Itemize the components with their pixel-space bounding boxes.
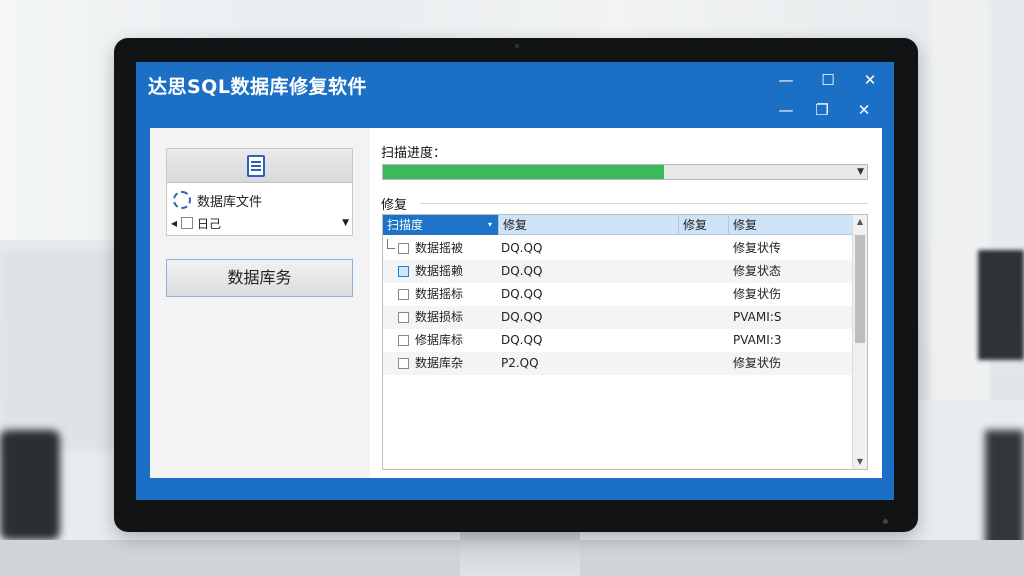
row-checkbox[interactable]: [398, 312, 409, 323]
row-checkbox[interactable]: [398, 266, 409, 277]
row-name: 数据库杂: [415, 356, 464, 370]
db-file-box: 数据库文件 ◂ 日己 ▼: [166, 148, 353, 236]
document-icon: [247, 155, 265, 177]
open-file-button[interactable]: [167, 149, 352, 183]
power-led: [883, 519, 888, 524]
vertical-scrollbar[interactable]: ▲ ▼: [852, 215, 867, 469]
row-name: 数据摇标: [415, 287, 464, 301]
row-status: 修复状伤: [733, 356, 782, 370]
right-panel: 扫描进度： ▼ 修复 扫描度 ▾ 修复 修复 修复 数据摇被 DQ.QQ 修复状传 数据…: [370, 128, 882, 478]
table-row[interactable]: 数据损标 DQ.QQ PVAMI:S: [383, 306, 853, 329]
inner-restore-button[interactable]: ❐: [810, 100, 834, 120]
table-row[interactable]: 数据库杂 P2.QQ 修复状伤: [383, 352, 853, 375]
table-header: 扫描度 ▾ 修复 修复 修复: [383, 215, 853, 235]
row-size: DQ.QQ: [501, 287, 543, 301]
table-row[interactable]: 修据库标 DQ.QQ PVAMI:3: [383, 329, 853, 352]
row-checkbox[interactable]: [398, 289, 409, 300]
client-area: 数据库文件 ◂ 日己 ▼ 数据库务 扫描进度： ▼ 修复 扫描度 ▾ 修复 修复…: [150, 128, 882, 478]
column-header-repair-3[interactable]: 修复: [729, 215, 853, 235]
row-size: DQ.QQ: [501, 241, 543, 255]
scrollbar-thumb[interactable]: [855, 235, 865, 343]
scroll-down-icon[interactable]: ▼: [853, 455, 867, 469]
row-size: DQ.QQ: [501, 310, 543, 324]
background-shelf: [0, 250, 120, 450]
row-name: 数据摇赖: [415, 264, 464, 278]
app-window: 达思SQL数据库修复软件 — ☐ ✕ — ❐ ✕ 数据库文件 ◂ 日己 ▼ 数据…: [136, 62, 894, 500]
webcam-dot: [515, 44, 519, 48]
repair-section-label: 修复: [381, 198, 408, 213]
inner-close-button[interactable]: ✕: [852, 100, 876, 120]
option-checkbox[interactable]: [181, 217, 194, 229]
left-panel: 数据库文件 ◂ 日己 ▼ 数据库务: [150, 128, 370, 478]
maximize-button[interactable]: ☐: [816, 70, 840, 90]
row-name: 修据库标: [415, 333, 464, 347]
background-chair-left: [0, 430, 60, 540]
database-action-button[interactable]: 数据库务: [166, 259, 353, 297]
refresh-database-icon: [173, 191, 191, 209]
option-dropdown[interactable]: ◂ 日己 ▼: [171, 213, 349, 233]
section-divider: [420, 203, 868, 204]
scan-progress-bar: ▼: [382, 164, 868, 180]
inner-minimize-button[interactable]: —: [774, 100, 798, 120]
monitor-stand: [460, 528, 580, 576]
table-row[interactable]: 数据摇赖 DQ.QQ 修复状态: [383, 260, 853, 283]
progress-label: 扫描进度：: [381, 146, 447, 161]
row-name: 数据损标: [415, 310, 464, 324]
background-monitor-right: [978, 250, 1024, 360]
chevron-down-icon[interactable]: ▼: [857, 165, 864, 179]
chevron-down-icon: ▼: [342, 218, 349, 228]
column-header-scan[interactable]: 扫描度 ▾: [383, 215, 499, 235]
option-label: 日己: [197, 216, 222, 231]
row-checkbox[interactable]: [398, 243, 409, 254]
row-checkbox[interactable]: [398, 335, 409, 346]
row-status: 修复状态: [733, 264, 782, 278]
tree-connector-icon: [387, 239, 395, 249]
repair-table: 扫描度 ▾ 修复 修复 修复 数据摇被 DQ.QQ 修复状传数据摇赖 DQ.QQ 修复状态…: [382, 214, 868, 470]
row-checkbox[interactable]: [398, 358, 409, 369]
background-chair-right: [985, 430, 1024, 550]
progress-fill: [383, 165, 664, 179]
row-status: PVAMI:S: [733, 310, 782, 324]
scroll-up-icon[interactable]: ▲: [853, 215, 867, 229]
title-bar: 达思SQL数据库修复软件 — ☐ ✕ — ❐ ✕: [136, 62, 894, 126]
row-status: PVAMI:3: [733, 333, 782, 347]
column-header-repair-2[interactable]: 修复: [679, 215, 729, 235]
row-status: 修复状伤: [733, 287, 782, 301]
app-title: 达思SQL数据库修复软件: [148, 76, 367, 98]
db-file-row[interactable]: 数据库文件: [173, 189, 262, 211]
row-size: P2.QQ: [501, 356, 539, 370]
arrow-left-icon: ◂: [171, 216, 178, 230]
minimize-button[interactable]: —: [774, 70, 798, 90]
close-button[interactable]: ✕: [858, 70, 882, 90]
row-size: DQ.QQ: [501, 333, 543, 347]
db-file-label: 数据库文件: [197, 194, 263, 210]
row-size: DQ.QQ: [501, 264, 543, 278]
column-header-repair-1[interactable]: 修复: [499, 215, 679, 235]
table-row[interactable]: 数据摇标 DQ.QQ 修复状伤: [383, 283, 853, 306]
row-status: 修复状传: [733, 241, 782, 255]
row-name: 数据摇被: [415, 241, 464, 255]
table-row[interactable]: 数据摇被 DQ.QQ 修复状传: [383, 237, 853, 260]
